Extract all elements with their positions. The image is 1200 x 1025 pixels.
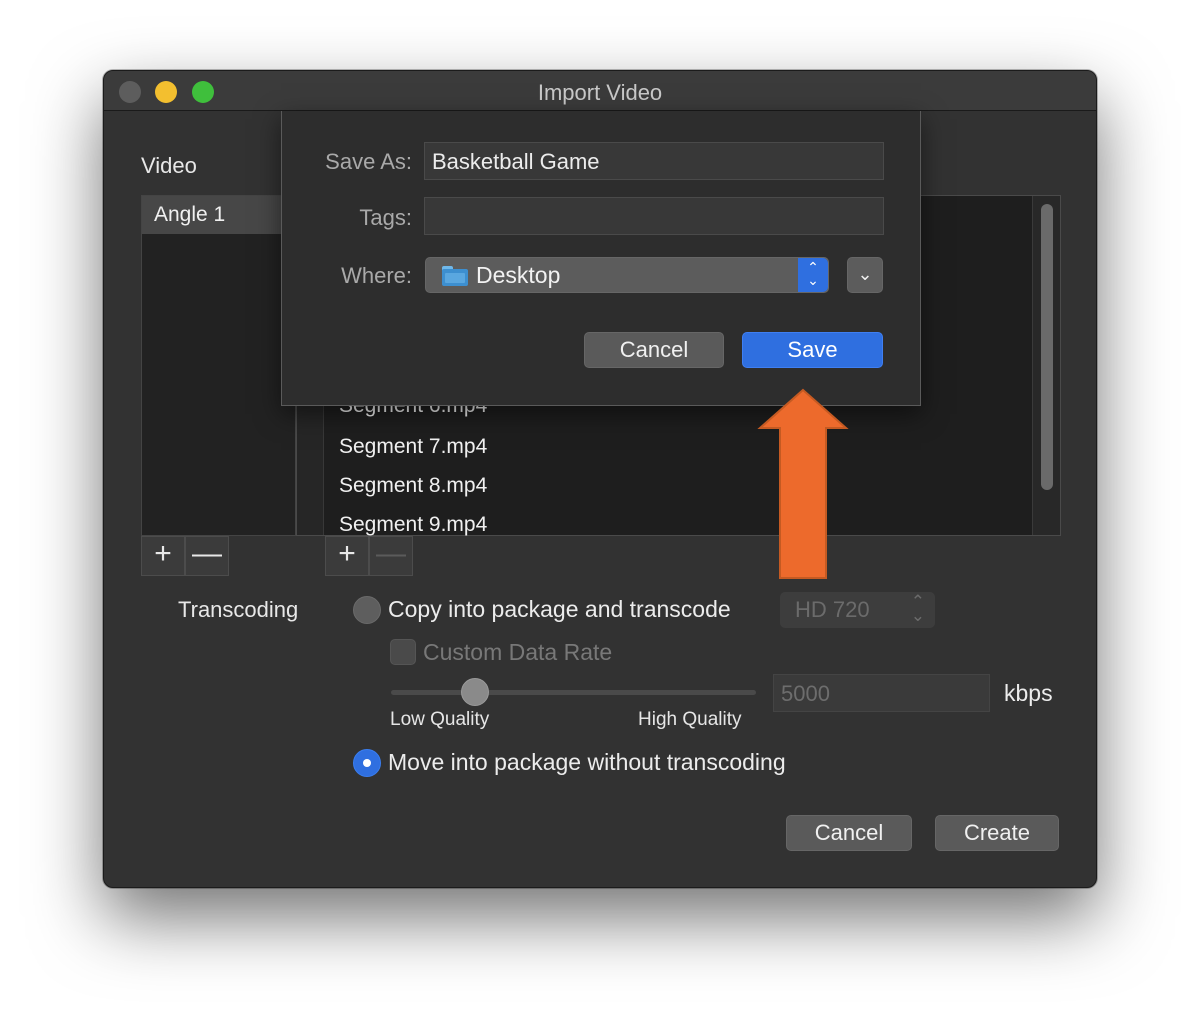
video-section-label: Video bbox=[141, 153, 197, 178]
save-as-label: Save As: bbox=[325, 149, 412, 174]
where-select[interactable]: Desktop ⌃ ⌄ bbox=[425, 257, 829, 293]
chevron-down-icon: ⌄ bbox=[857, 264, 873, 284]
tags-field[interactable] bbox=[424, 197, 884, 235]
move-no-transcode-label[interactable]: Move into package without transcoding bbox=[388, 749, 786, 776]
save-button[interactable]: Save bbox=[742, 332, 883, 368]
remove-segment-button[interactable]: — bbox=[369, 536, 413, 576]
updown-stepper-icon: ⌃ ⌄ bbox=[798, 258, 828, 292]
sheet-cancel-button[interactable]: Cancel bbox=[584, 332, 724, 368]
move-no-transcode-radio[interactable] bbox=[353, 749, 381, 777]
preset-value: HD 720 bbox=[795, 597, 870, 622]
custom-data-rate-checkbox[interactable] bbox=[390, 639, 416, 665]
save-sheet: Save As: Basketball Game Tags: Where: De… bbox=[281, 111, 921, 406]
remove-angle-button[interactable]: — bbox=[185, 536, 229, 576]
low-quality-label: Low Quality bbox=[390, 709, 490, 730]
cancel-button[interactable]: Cancel bbox=[786, 815, 912, 851]
window-title: Import Video bbox=[537, 80, 663, 105]
angle-list[interactable]: Angle 1 bbox=[141, 195, 296, 536]
quality-slider-knob[interactable] bbox=[460, 678, 489, 706]
preset-select[interactable]: HD 720 ⌃ ⌄ bbox=[780, 592, 935, 628]
transcoding-label: Transcoding bbox=[178, 597, 299, 622]
create-button[interactable]: Create bbox=[935, 815, 1059, 851]
add-segment-button[interactable]: + bbox=[325, 536, 369, 576]
segment-list-item[interactable]: Segment 7.mp4 bbox=[339, 435, 487, 459]
where-label: Where: bbox=[341, 263, 412, 288]
annotation-arrow-up bbox=[757, 388, 849, 579]
segment-list-item[interactable]: Segment 8.mp4 bbox=[339, 474, 487, 498]
import-video-window: Import Video Video Angle 1 Segment 6.mp4… bbox=[103, 70, 1097, 888]
segment-scrollbar[interactable] bbox=[1032, 196, 1060, 535]
data-rate-field[interactable]: 5000 bbox=[773, 674, 990, 712]
high-quality-label: High Quality bbox=[638, 709, 742, 730]
expand-browser-button[interactable]: ⌄ bbox=[847, 257, 883, 293]
tags-label: Tags: bbox=[359, 205, 412, 230]
folder-icon bbox=[442, 266, 468, 286]
add-angle-button[interactable]: + bbox=[141, 536, 185, 576]
kbps-unit-label: kbps bbox=[1004, 680, 1053, 706]
quality-slider-track[interactable] bbox=[391, 690, 756, 695]
where-value: Desktop bbox=[476, 262, 561, 288]
title-bar: Import Video bbox=[104, 71, 1096, 111]
updown-stepper-icon: ⌃ ⌄ bbox=[910, 592, 925, 625]
segment-list-item[interactable]: Segment 9.mp4 bbox=[339, 513, 487, 537]
save-as-field[interactable]: Basketball Game bbox=[424, 142, 884, 180]
copy-transcode-label[interactable]: Copy into package and transcode bbox=[388, 596, 731, 623]
segment-scrollbar-thumb[interactable] bbox=[1041, 204, 1053, 490]
custom-data-rate-label[interactable]: Custom Data Rate bbox=[423, 639, 612, 666]
angle-list-item[interactable]: Angle 1 bbox=[142, 196, 295, 234]
copy-transcode-radio[interactable] bbox=[353, 596, 381, 624]
